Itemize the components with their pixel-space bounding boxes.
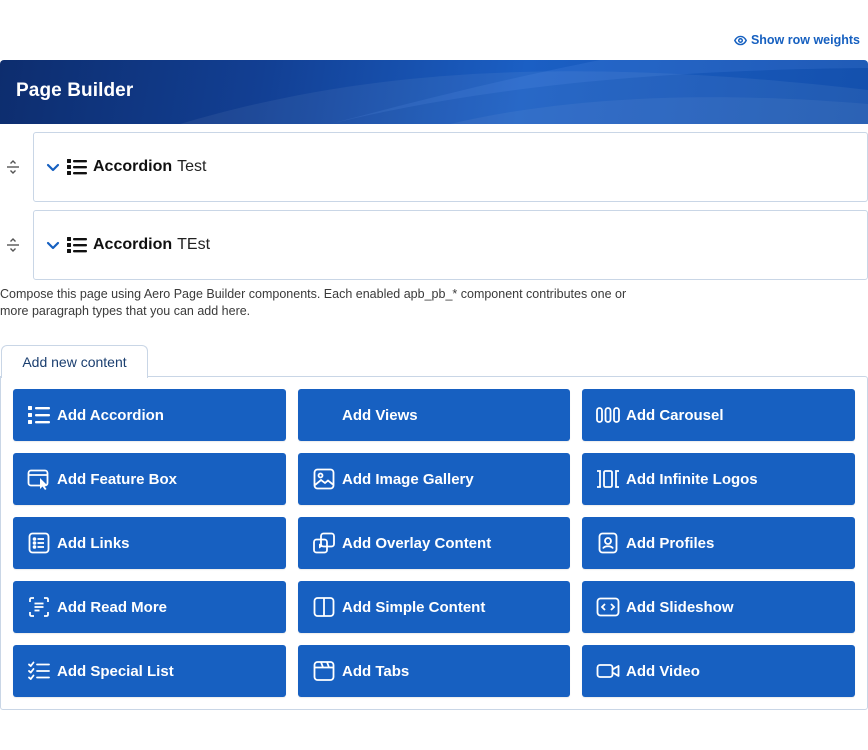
list-icon [27, 404, 51, 426]
add-button-label: Add Feature Box [57, 470, 178, 488]
accordion-row-card: Accordion Test [33, 132, 868, 202]
tab-label: Add new content [22, 354, 127, 370]
add-accordion-button[interactable]: Add Accordion [13, 389, 286, 441]
add-views-button[interactable]: Add Views [298, 389, 570, 441]
add-button-label: Add Accordion [57, 406, 164, 424]
accordion-row-card: Accordion TEst [33, 210, 868, 280]
help-text: Compose this page using Aero Page Builde… [0, 287, 627, 318]
drag-handle-icon[interactable] [4, 158, 22, 176]
add-links-button[interactable]: Add Links [13, 517, 286, 569]
list-icon [67, 237, 87, 253]
add-button-label: Add Profiles [626, 534, 715, 552]
row-type-label: Accordion [93, 236, 173, 253]
add-profiles-button[interactable]: Add Profiles [582, 517, 855, 569]
add-infinite-logos-button[interactable]: Add Infinite Logos [582, 453, 855, 505]
add-button-label: Add Simple Content [342, 598, 486, 616]
add-buttons-grid: Add Accordion Add Views Add Carousel Add… [13, 389, 855, 697]
add-slideshow-button[interactable]: Add Slideshow [582, 581, 855, 633]
add-feature-box-button[interactable]: Add Feature Box [13, 453, 286, 505]
paragraph-row: Accordion TEst [0, 210, 868, 280]
add-simple-content-button[interactable]: Add Simple Content [298, 581, 570, 633]
drag-handle-icon[interactable] [4, 236, 22, 254]
add-image-gallery-button[interactable]: Add Image Gallery [298, 453, 570, 505]
image-icon [312, 468, 336, 490]
add-button-label: Add Carousel [626, 406, 724, 424]
row-type-label: Accordion [93, 158, 173, 175]
add-special-list-button[interactable]: Add Special List [13, 645, 286, 697]
row-title-label: Test [177, 158, 207, 175]
tab-add-new-content[interactable]: Add new content [1, 345, 148, 378]
add-button-label: Add Overlay Content [342, 534, 492, 552]
show-row-weights-label: Show row weights [750, 33, 860, 47]
add-button-label: Add Special List [57, 662, 174, 680]
overlay-icon [312, 532, 336, 554]
feature-box-icon [27, 468, 51, 490]
profile-icon [596, 532, 620, 554]
add-carousel-button[interactable]: Add Carousel [582, 389, 855, 441]
add-content-panel: Add Accordion Add Views Add Carousel Add… [0, 376, 868, 710]
add-read-more-button[interactable]: Add Read More [13, 581, 286, 633]
infinite-logos-icon [596, 468, 620, 490]
add-button-label: Add Read More [57, 598, 168, 616]
add-button-label: Add Slideshow [626, 598, 734, 616]
chevron-down-icon[interactable] [45, 237, 61, 253]
slideshow-icon [596, 596, 620, 618]
add-button-label: Add Tabs [342, 662, 410, 680]
row-title-label: TEst [177, 236, 211, 253]
add-button-label: Add Image Gallery [342, 470, 474, 488]
carousel-icon [596, 404, 620, 426]
page-title: Page Builder [16, 80, 134, 101]
links-icon [27, 532, 51, 554]
read-more-icon [27, 596, 51, 618]
add-button-label: Add Links [57, 534, 130, 552]
eye-icon [733, 35, 747, 45]
add-video-button[interactable]: Add Video [582, 645, 855, 697]
views-icon [312, 404, 336, 426]
add-button-label: Add Infinite Logos [626, 470, 758, 488]
simple-content-icon [312, 596, 336, 618]
paragraph-row: Accordion Test [0, 132, 868, 202]
tabs-icon [312, 660, 336, 682]
checklist-icon [27, 660, 51, 682]
add-overlay-content-button[interactable]: Add Overlay Content [298, 517, 570, 569]
list-icon [67, 159, 87, 175]
add-button-label: Add Video [626, 662, 700, 680]
add-tabs-button[interactable]: Add Tabs [298, 645, 570, 697]
video-icon [596, 660, 620, 682]
page-builder-banner: Page Builder [0, 60, 868, 124]
add-button-label: Add Views [342, 406, 418, 424]
show-row-weights-link[interactable]: Show row weights [733, 31, 860, 49]
chevron-down-icon[interactable] [45, 159, 61, 175]
